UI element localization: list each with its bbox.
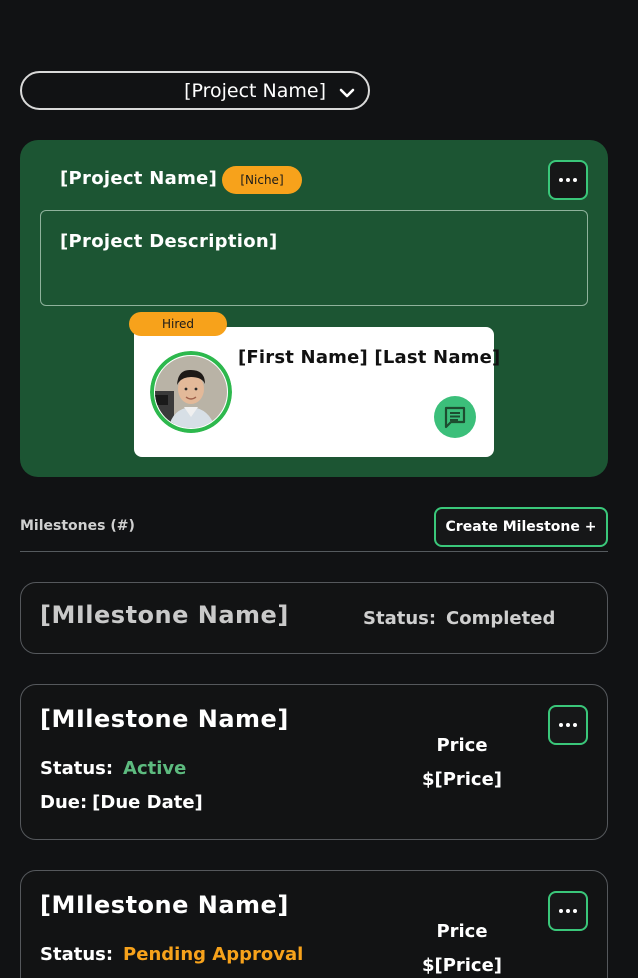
milestone-status-row: Status: Pending Approval [40,944,303,965]
milestone-status-row: Status: Completed [363,608,555,629]
status-label: Status: [40,758,114,779]
milestone-due-row: Due: [Due Date] [40,792,203,813]
status-value: Completed [446,608,556,629]
milestone-card[interactable]: [MIlestone Name] Status: Completed [20,582,608,654]
hired-badge: Hired [129,312,227,336]
price-value: $[Price] [421,769,503,790]
more-icon [559,723,577,727]
price-label: Price [436,921,488,942]
milestone-name: [MIlestone Name] [40,891,289,919]
milestone-card[interactable]: [MIlestone Name] Status: Pending Approval… [20,870,608,978]
milestone-more-button[interactable] [548,705,588,745]
milestone-more-button[interactable] [548,891,588,931]
price-label: Price [436,735,488,756]
milestone-name: [MIlestone Name] [40,601,289,629]
status-label: Status: [40,944,114,965]
status-value: Pending Approval [123,944,304,965]
project-description-box: [Project Description] [40,210,588,306]
milestone-status-row: Status: Active [40,758,186,779]
status-label: Status: [363,608,437,629]
project-card: [Project Name] [Niche] [Project Descript… [20,140,608,477]
milestones-heading: Milestones (#) [20,518,135,534]
project-selector[interactable]: [Project Name] [20,71,370,110]
chevron-down-icon [339,88,355,98]
milestone-card[interactable]: [MIlestone Name] Status: Active Due: [Due … [20,684,608,840]
project-description: [Project Description] [60,231,278,252]
due-label: Due: [40,792,88,813]
divider [20,551,608,552]
project-title: [Project Name] [60,168,218,189]
status-value: Active [123,758,187,779]
project-more-button[interactable] [548,160,588,200]
hired-freelancer-card[interactable]: [First Name] [Last Name] [134,327,500,457]
price-value: $[Price] [421,955,503,976]
create-milestone-button[interactable]: Create Milestone + [434,507,608,547]
project-selector-value: [Project Name] [184,80,326,102]
chat-icon [444,406,466,429]
due-value: [Due Date] [92,792,203,813]
milestone-name: [MIlestone Name] [40,705,289,733]
avatar [150,351,232,433]
more-icon [559,178,577,182]
niche-badge: [Niche] [222,166,302,194]
more-icon [559,909,577,913]
freelancer-name: [First Name] [Last Name] [238,347,501,368]
chat-button[interactable] [434,396,476,438]
